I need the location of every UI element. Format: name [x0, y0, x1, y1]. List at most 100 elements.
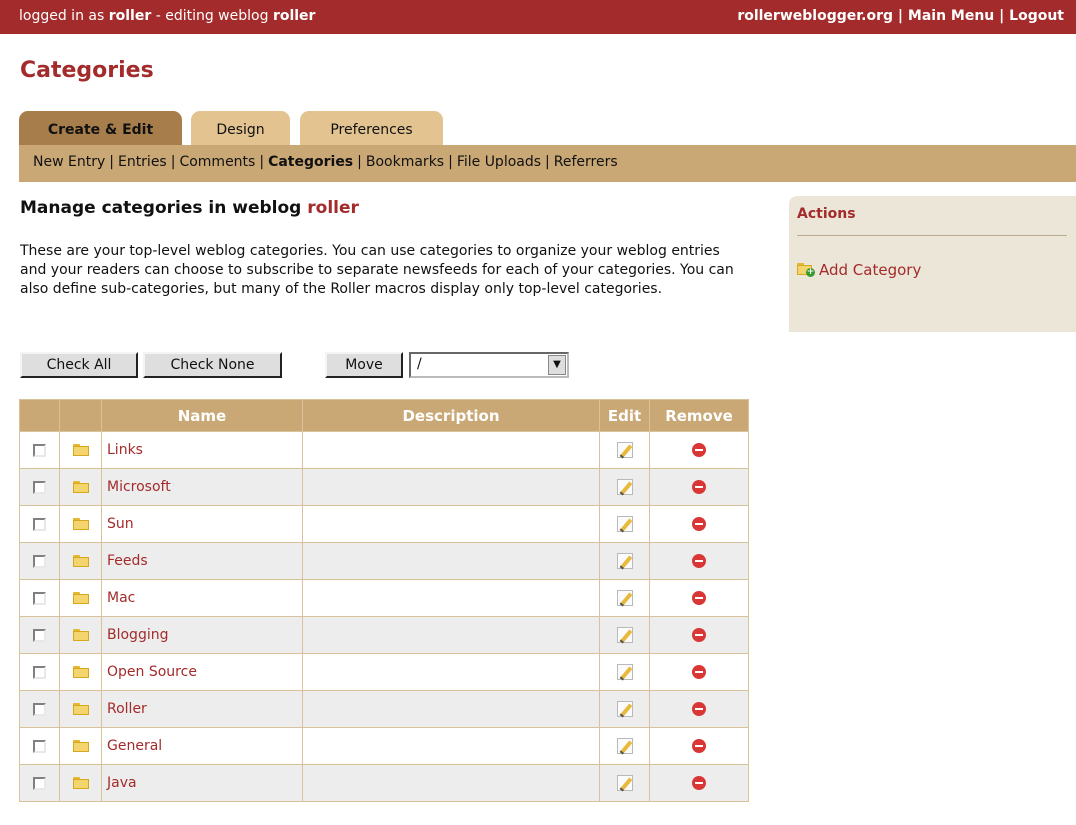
edit-pencil-icon[interactable]: [616, 479, 633, 496]
row-checkbox[interactable]: [33, 591, 46, 605]
logout-link[interactable]: Logout: [1009, 8, 1064, 24]
category-name-link[interactable]: Java: [107, 775, 137, 791]
header-edit: Edit: [599, 399, 650, 432]
check-all-button[interactable]: Check All: [20, 352, 138, 378]
category-description: [302, 579, 600, 617]
move-button[interactable]: Move: [325, 352, 403, 378]
header-name: Name: [101, 399, 303, 432]
row-checkbox[interactable]: [33, 554, 46, 568]
category-name-link[interactable]: General: [107, 738, 162, 754]
remove-icon[interactable]: [692, 443, 706, 457]
subnav-comments[interactable]: Comments: [179, 154, 255, 170]
add-category-link[interactable]: + Add Category: [797, 261, 921, 279]
subnav-categories[interactable]: Categories: [268, 154, 353, 170]
top-separator: |: [897, 8, 904, 24]
folder-icon: [72, 518, 89, 530]
row-checkbox[interactable]: [33, 665, 46, 679]
edit-pencil-icon[interactable]: [616, 590, 633, 607]
remove-icon[interactable]: [692, 739, 706, 753]
section-heading-weblog: roller: [307, 198, 359, 218]
edit-pencil-icon[interactable]: [616, 442, 633, 459]
folder-icon: [72, 666, 89, 678]
table-row: Links: [19, 431, 749, 469]
edit-pencil-icon[interactable]: [616, 516, 633, 533]
subnav-bookmarks[interactable]: Bookmarks: [366, 154, 444, 170]
edit-pencil-icon[interactable]: [616, 775, 633, 792]
category-name-link[interactable]: Open Source: [107, 664, 197, 680]
row-checkbox[interactable]: [33, 739, 46, 753]
category-description: [302, 616, 600, 654]
table-header-row: Name Description Edit Remove: [19, 399, 749, 432]
move-target-select[interactable]: / ▼: [409, 352, 569, 378]
categories-table: Name Description Edit Remove Links Micro…: [19, 399, 749, 802]
subnav-separator: |: [545, 154, 550, 170]
subnav-referrers[interactable]: Referrers: [554, 154, 618, 170]
folder-icon: [72, 703, 89, 715]
subnav-file-uploads[interactable]: File Uploads: [457, 154, 541, 170]
logged-in-prefix: logged in as: [19, 8, 105, 24]
edit-pencil-icon[interactable]: [616, 701, 633, 718]
category-description: [302, 505, 600, 543]
subnav-separator: |: [357, 154, 362, 170]
edit-pencil-icon[interactable]: [616, 553, 633, 570]
main-menu-link[interactable]: Main Menu: [908, 8, 994, 24]
actions-sidebar: Actions + Add Category: [789, 196, 1076, 332]
top-links: rollerweblogger.org | Main Menu | Logout: [737, 8, 1064, 24]
folder-icon: [72, 740, 89, 752]
subnav-entries[interactable]: Entries: [118, 154, 167, 170]
table-row: Microsoft: [19, 468, 749, 506]
remove-icon[interactable]: [692, 776, 706, 790]
table-row: Mac: [19, 579, 749, 617]
category-description: [302, 653, 600, 691]
remove-icon[interactable]: [692, 628, 706, 642]
add-folder-icon: +: [797, 263, 815, 277]
row-checkbox[interactable]: [33, 443, 46, 457]
category-name-link[interactable]: Feeds: [107, 553, 148, 569]
site-link[interactable]: rollerweblogger.org: [737, 8, 893, 24]
remove-icon[interactable]: [692, 702, 706, 716]
folder-icon: [72, 629, 89, 641]
subnav-separator: |: [259, 154, 265, 170]
category-name-link[interactable]: Roller: [107, 701, 147, 717]
actions-divider: [797, 235, 1067, 236]
category-description: [302, 727, 600, 765]
category-name-link[interactable]: Sun: [107, 516, 134, 532]
category-description: [302, 690, 600, 728]
row-checkbox[interactable]: [33, 517, 46, 531]
edit-pencil-icon[interactable]: [616, 664, 633, 681]
section-heading-text: Manage categories in weblog: [20, 198, 302, 218]
tab-preferences[interactable]: Preferences: [300, 111, 443, 145]
remove-icon[interactable]: [692, 665, 706, 679]
add-category-label: Add Category: [819, 261, 922, 279]
folder-icon: [72, 444, 89, 456]
category-name-link[interactable]: Mac: [107, 590, 135, 606]
remove-icon[interactable]: [692, 517, 706, 531]
actions-title: Actions: [797, 206, 856, 222]
tab-design[interactable]: Design: [191, 111, 290, 145]
header-icon-column: [59, 399, 102, 432]
current-weblog: roller: [272, 8, 316, 24]
tab-create-edit[interactable]: Create & Edit: [19, 111, 182, 145]
table-row: General: [19, 727, 749, 765]
row-checkbox[interactable]: [33, 702, 46, 716]
category-name-link[interactable]: Links: [107, 442, 143, 458]
row-checkbox[interactable]: [33, 776, 46, 790]
subnav-new-entry[interactable]: New Entry: [33, 154, 105, 170]
folder-icon: [72, 555, 89, 567]
remove-icon[interactable]: [692, 591, 706, 605]
remove-icon[interactable]: [692, 480, 706, 494]
category-name-link[interactable]: Blogging: [107, 627, 168, 643]
category-name-link[interactable]: Microsoft: [107, 479, 171, 495]
category-description: [302, 468, 600, 506]
remove-icon[interactable]: [692, 554, 706, 568]
page-title: Categories: [20, 58, 154, 83]
row-checkbox[interactable]: [33, 628, 46, 642]
subnav-separator: |: [448, 154, 453, 170]
dropdown-arrow-icon[interactable]: ▼: [548, 355, 566, 375]
row-checkbox[interactable]: [33, 480, 46, 494]
edit-pencil-icon[interactable]: [616, 627, 633, 644]
edit-pencil-icon[interactable]: [616, 738, 633, 755]
check-none-button[interactable]: Check None: [143, 352, 282, 378]
category-description: [302, 542, 600, 580]
intro-text: These are your top-level weblog categori…: [20, 243, 734, 297]
